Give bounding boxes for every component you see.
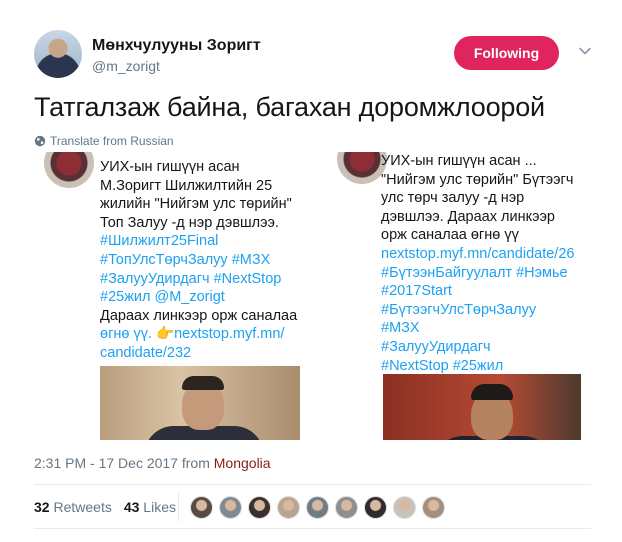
liker-avatar[interactable] (190, 496, 213, 519)
tweet-stats: 32 Retweets 43 Likes (34, 499, 176, 515)
retweets-count: 32 (34, 499, 50, 515)
caption-line: #ЗалууУдирдагч (381, 338, 491, 355)
likes-label: Likes (143, 499, 176, 515)
tweet-timestamp: 2:31 PM - 17 Dec 2017 from Mongolia (34, 455, 271, 471)
caption-line: улс төрч залуу -д нэр (381, 190, 525, 207)
likes-stat[interactable]: 43 Likes (124, 499, 176, 515)
liker-avatar[interactable] (335, 496, 358, 519)
caption-line: #БүтээнБайгуулалт #Нэмье (381, 264, 568, 281)
tweet-text: Татгалзаж байна, багахан доромжлоорой (34, 92, 545, 122)
liker-avatar[interactable] (248, 496, 271, 519)
caption-line: #БүтээгчУлсТөрчЗалуу (381, 301, 537, 318)
caption-line: #25жил @M_zorigt (100, 289, 225, 306)
retweets-label: Retweets (53, 499, 112, 515)
divider (34, 484, 591, 485)
caption-line: #МЗХ (381, 320, 420, 337)
translate-label: Translate from Russian (50, 134, 174, 148)
tweet-media[interactable]: УИХ-ын гишүүн асан М.Зоригт Шилжилтийн 25… (34, 152, 590, 440)
from-label: from (181, 455, 210, 471)
liker-avatar[interactable] (219, 496, 242, 519)
liker-avatars (190, 496, 445, 519)
caption-line: жилийн "Нийгэм улс төрийн" (100, 196, 292, 213)
liker-avatar[interactable] (364, 496, 387, 519)
caption-line: nextstop.myf.mn/candidate/26 (381, 245, 575, 262)
caption-line: #NextStop #25жил (381, 357, 504, 374)
globe-icon (34, 135, 46, 147)
caption-line: #Шилжилт25Final (100, 233, 219, 250)
avatar[interactable] (34, 30, 82, 78)
tweet-time[interactable]: 2:31 PM - 17 Dec 2017 (34, 455, 178, 471)
caption-line: орж саналаа өгнө үү (381, 227, 519, 244)
caption-line: #ЗалууУдирдагч #NextStop (100, 270, 282, 287)
user-name[interactable]: Мөнхчулууны Зоригт (92, 37, 261, 55)
image-caption-left: УИХ-ын гишүүн асан М.Зоригт Шилжилтийн 25… (100, 158, 297, 363)
liker-avatar[interactable] (277, 496, 300, 519)
stats-divider (178, 492, 179, 522)
translate-link[interactable]: Translate from Russian (34, 134, 174, 148)
profile-badge-image (44, 152, 94, 188)
divider (34, 528, 591, 529)
caption-line: М.Зоригт Шилжилтийн 25 (100, 177, 273, 194)
caption-line: Топ Залуу -д нэр дэвшлээ. (100, 214, 279, 231)
media-image-right[interactable]: УИХ-ын гишүүн асан ... "Нийгэм улс төрийн… (315, 152, 590, 440)
retweets-stat[interactable]: 32 Retweets (34, 499, 112, 515)
liker-avatar[interactable] (393, 496, 416, 519)
likes-count: 43 (123, 499, 140, 515)
caption-line: өгнө үү. 👉nextstop.myf.mn/ (100, 326, 285, 343)
liker-avatar[interactable] (306, 496, 329, 519)
tweet-location[interactable]: Mongolia (214, 455, 271, 471)
media-image-left[interactable]: УИХ-ын гишүүн асан М.Зоригт Шилжилтийн 25… (34, 152, 309, 440)
caption-line: УИХ-ын гишүүн асан (100, 159, 240, 175)
user-handle[interactable]: @m_zorigt (92, 58, 160, 74)
caption-line: #2017Start (381, 283, 452, 300)
caption-line: УИХ-ын гишүүн асан ... (381, 153, 537, 169)
portrait-photo-left (100, 366, 300, 440)
portrait-photo-right (383, 374, 581, 440)
chevron-down-icon[interactable] (578, 44, 592, 58)
caption-line: candidate/232 (100, 344, 192, 361)
caption-line: Дараах линкээр орж саналаа (100, 307, 298, 324)
image-caption-right: УИХ-ын гишүүн асан ... "Нийгэм улс төрийн… (381, 152, 574, 375)
caption-line: дэвшлээ. Дараах линкээр (381, 208, 555, 225)
caption-line: "Нийгэм улс төрийн" Бүтээгч (381, 171, 574, 188)
following-button[interactable]: Following (454, 36, 559, 70)
profile-badge-image (337, 152, 387, 184)
caption-line: #ТопУлсТөрчЗалуу #МЗХ (100, 251, 271, 268)
liker-avatar[interactable] (422, 496, 445, 519)
tweet-header: Мөнхчулууны Зоригт @m_zorigt Following (34, 30, 594, 80)
